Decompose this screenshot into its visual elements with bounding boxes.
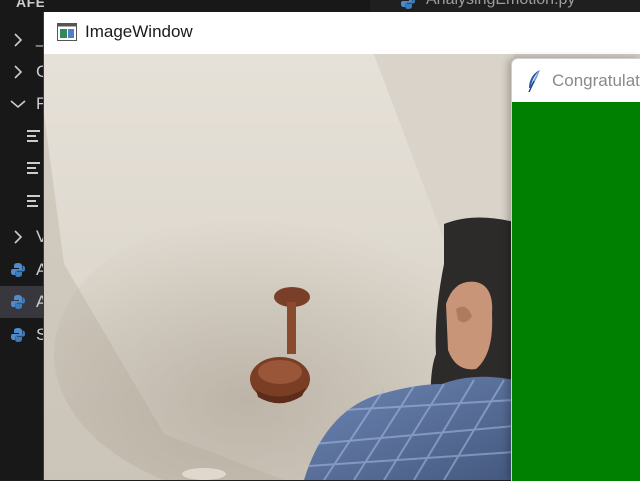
python-file-icon xyxy=(11,328,25,342)
tree-item-folder-4[interactable]: V xyxy=(0,221,44,253)
tree-item-folder-3[interactable]: F xyxy=(0,88,44,120)
congratulations-green-panel xyxy=(512,102,640,481)
window-app-icon xyxy=(57,23,77,41)
congratulations-window[interactable]: Congratulations xyxy=(511,58,640,481)
python-file-icon xyxy=(11,295,25,309)
image-window-title: ImageWindow xyxy=(85,22,193,41)
editor-tab[interactable]: AnalysingEmotion.py xyxy=(370,0,640,12)
congratulations-window-title: Congratulations xyxy=(552,71,640,90)
explorer-sidebar: AFE_V7.0 _ C F V A A S xyxy=(0,0,44,480)
tree-item-python-1[interactable]: A xyxy=(0,254,44,286)
image-window-titlebar[interactable]: ImageWindow xyxy=(44,12,640,54)
python-file-icon xyxy=(401,0,415,9)
python-file-icon xyxy=(11,263,25,277)
tree-item-folder-1[interactable]: _ xyxy=(0,24,44,56)
chevron-right-icon xyxy=(14,33,23,47)
tree-item-file-2[interactable] xyxy=(0,152,44,184)
chevron-right-icon xyxy=(14,230,23,244)
text-file-icon xyxy=(27,162,40,174)
feather-icon xyxy=(528,70,540,93)
tree-item-file-3[interactable] xyxy=(0,185,44,217)
chevron-right-icon xyxy=(14,65,23,79)
editor-tab-label: AnalysingEmotion.py xyxy=(426,0,575,9)
tree-item-folder-2[interactable]: C xyxy=(0,56,44,88)
text-file-icon xyxy=(27,130,40,142)
tree-item-file-1[interactable] xyxy=(0,120,44,152)
text-file-icon xyxy=(27,195,40,207)
chevron-down-icon xyxy=(10,100,26,109)
explorer-project-title: AFE_V7.0 xyxy=(16,0,44,10)
tree-item-python-3[interactable]: S xyxy=(0,319,44,351)
congratulations-window-titlebar[interactable]: Congratulations xyxy=(512,59,640,102)
tree-item-python-2[interactable]: A xyxy=(0,286,44,318)
